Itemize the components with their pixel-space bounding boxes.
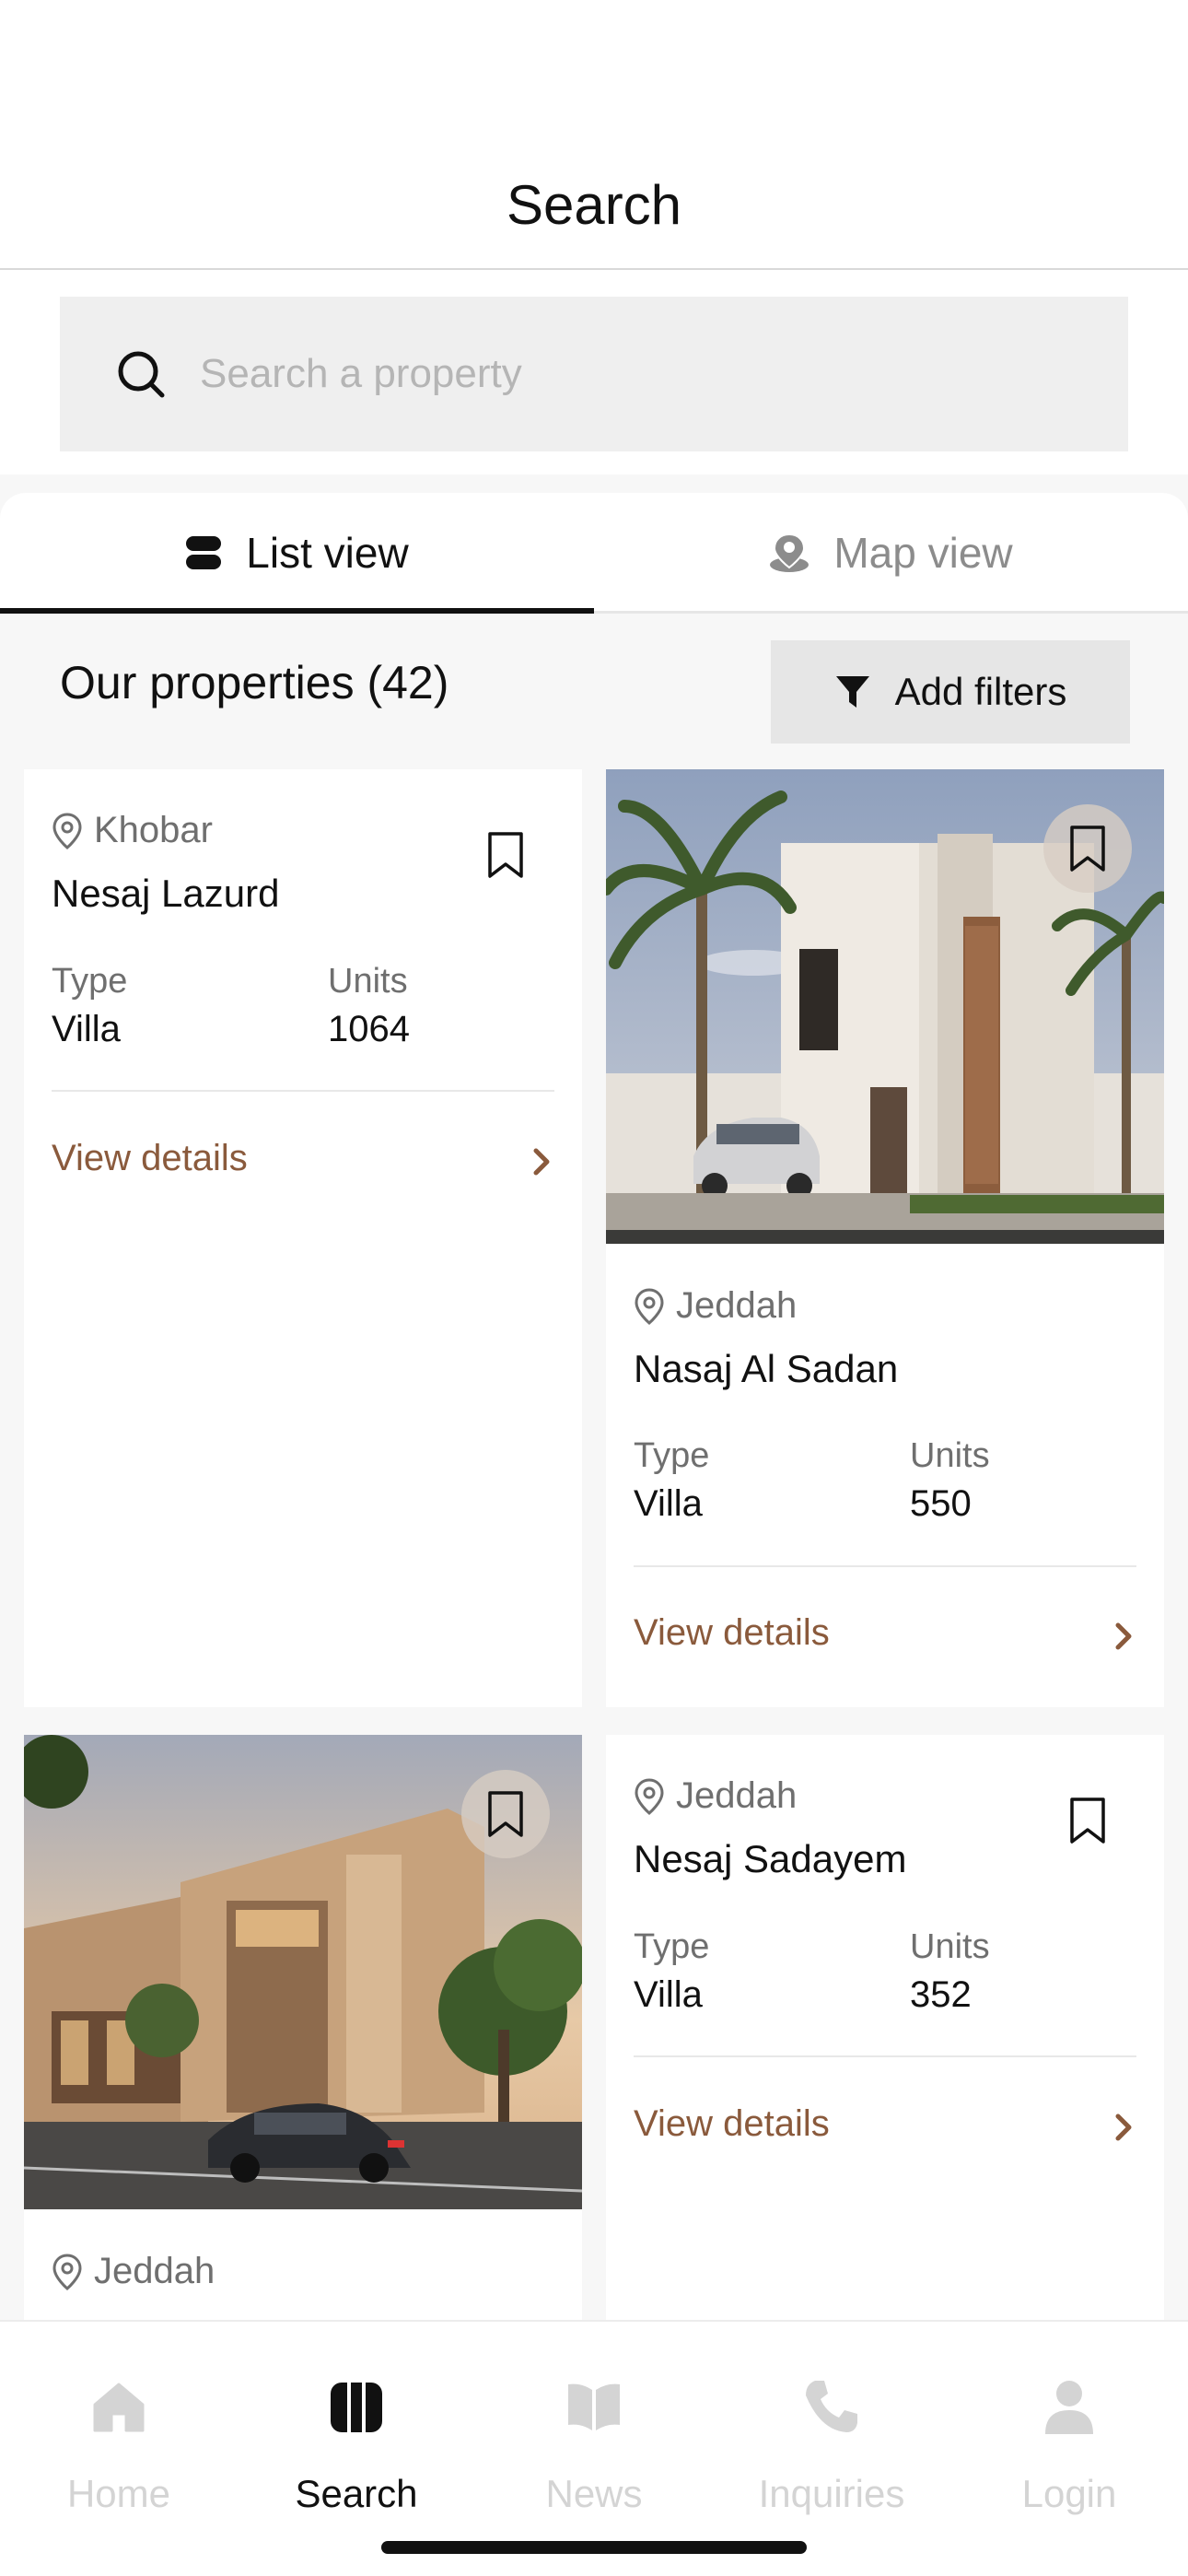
- bookmark-icon: [1070, 825, 1105, 872]
- property-location: Jeddah: [52, 2251, 215, 2292]
- location-pin-icon: [52, 812, 82, 849]
- search-nav-icon: [331, 2383, 382, 2432]
- units-label: Units: [328, 962, 408, 1001]
- phone-icon: [806, 2381, 857, 2432]
- property-name: Nesaj Sadayem: [634, 1837, 907, 1880]
- app-header: Search: [0, 0, 1188, 270]
- card-divider: [634, 1565, 1136, 1567]
- view-details-link[interactable]: View details: [52, 1138, 248, 1179]
- property-location-label: Jeddah: [676, 1775, 798, 1816]
- card-divider: [52, 1090, 554, 1092]
- nav-label: News: [545, 2472, 643, 2515]
- property-name: Nasaj Al Sadan: [634, 1347, 899, 1390]
- property-units: 1064: [328, 1009, 410, 1049]
- bookmark-button[interactable]: [1043, 1776, 1132, 1865]
- property-card[interactable]: Jeddah Nasaj Al Sadan Type Units Villa 5…: [606, 769, 1164, 1707]
- nav-item-home[interactable]: Home: [0, 2322, 238, 2543]
- bookmark-icon: [488, 832, 523, 878]
- nav-label: Inquiries: [758, 2472, 905, 2515]
- nav-label: Search: [295, 2472, 418, 2515]
- nav-item-login[interactable]: Login: [950, 2322, 1188, 2543]
- property-name: Nesaj Lazurd: [52, 872, 280, 915]
- property-card[interactable]: Jeddah Nesaj Sadayem Type Units Villa 35…: [606, 1735, 1164, 2320]
- tab-map-view-label: Map view: [833, 529, 1013, 577]
- page-title: Search: [506, 174, 682, 236]
- type-label: Type: [52, 962, 128, 1001]
- card-divider: [634, 2055, 1136, 2057]
- bookmark-icon: [488, 1791, 523, 1837]
- add-filters-label: Add filters: [894, 670, 1067, 713]
- user-icon: [1045, 2381, 1093, 2434]
- list-view-icon: [186, 536, 222, 569]
- property-card[interactable]: Khobar Nesaj Lazurd Type Units Villa 106…: [24, 769, 582, 1707]
- property-location: Jeddah: [634, 1775, 797, 1817]
- property-type: Villa: [634, 1483, 703, 1524]
- units-label: Units: [910, 1927, 990, 1966]
- property-units: 352: [910, 1974, 972, 2015]
- property-location: Jeddah: [634, 1285, 797, 1327]
- search-input[interactable]: [200, 328, 1075, 420]
- nav-item-search[interactable]: Search: [238, 2322, 475, 2543]
- search-icon: [118, 351, 165, 398]
- property-type: Villa: [52, 1009, 121, 1049]
- chevron-right-icon: [533, 1148, 550, 1176]
- property-location-label: Jeddah: [94, 2251, 215, 2291]
- tab-map-view[interactable]: Map view: [594, 493, 1188, 613]
- bookmark-button[interactable]: [1043, 804, 1132, 893]
- type-label: Type: [634, 1436, 710, 1475]
- active-tab-indicator: [0, 608, 594, 614]
- bookmark-button[interactable]: [461, 1770, 550, 1858]
- tab-divider: [594, 611, 1188, 614]
- units-label: Units: [910, 1436, 990, 1475]
- property-card[interactable]: Jeddah: [24, 1735, 582, 2320]
- home-indicator: [381, 2541, 807, 2554]
- property-location-label: Khobar: [94, 810, 213, 850]
- tab-list-view[interactable]: List view: [0, 493, 594, 613]
- search-box[interactable]: [60, 297, 1128, 451]
- map-pin-icon: [770, 533, 809, 572]
- filter-icon: [835, 676, 869, 708]
- property-units: 550: [910, 1483, 972, 1524]
- search-section: [0, 272, 1188, 474]
- bookmark-button[interactable]: [461, 811, 550, 899]
- property-location: Khobar: [52, 810, 213, 851]
- home-icon: [93, 2383, 145, 2432]
- bookmark-icon: [1070, 1797, 1105, 1844]
- nav-label: Login: [1021, 2472, 1117, 2515]
- type-label: Type: [634, 1927, 710, 1966]
- location-pin-icon: [635, 1287, 664, 1325]
- nav-item-news[interactable]: News: [475, 2322, 713, 2543]
- view-tabs: List view Map view: [0, 493, 1188, 613]
- chevron-right-icon: [1115, 2113, 1132, 2141]
- news-icon: [568, 2383, 620, 2430]
- tab-list-view-label: List view: [246, 529, 409, 577]
- bottom-navigation: Home Search News Inquiries Login: [0, 2320, 1188, 2576]
- add-filters-button[interactable]: Add filters: [771, 640, 1130, 744]
- property-location-label: Jeddah: [676, 1285, 798, 1326]
- property-type: Villa: [634, 1974, 703, 2015]
- view-details-link[interactable]: View details: [634, 1612, 830, 1654]
- nav-label: Home: [66, 2472, 171, 2515]
- view-details-link[interactable]: View details: [634, 2103, 830, 2145]
- nav-item-inquiries[interactable]: Inquiries: [713, 2322, 950, 2543]
- properties-count-title: Our properties (42): [60, 657, 449, 708]
- chevron-right-icon: [1115, 1622, 1132, 1650]
- location-pin-icon: [635, 1777, 664, 1815]
- location-pin-icon: [52, 2253, 82, 2290]
